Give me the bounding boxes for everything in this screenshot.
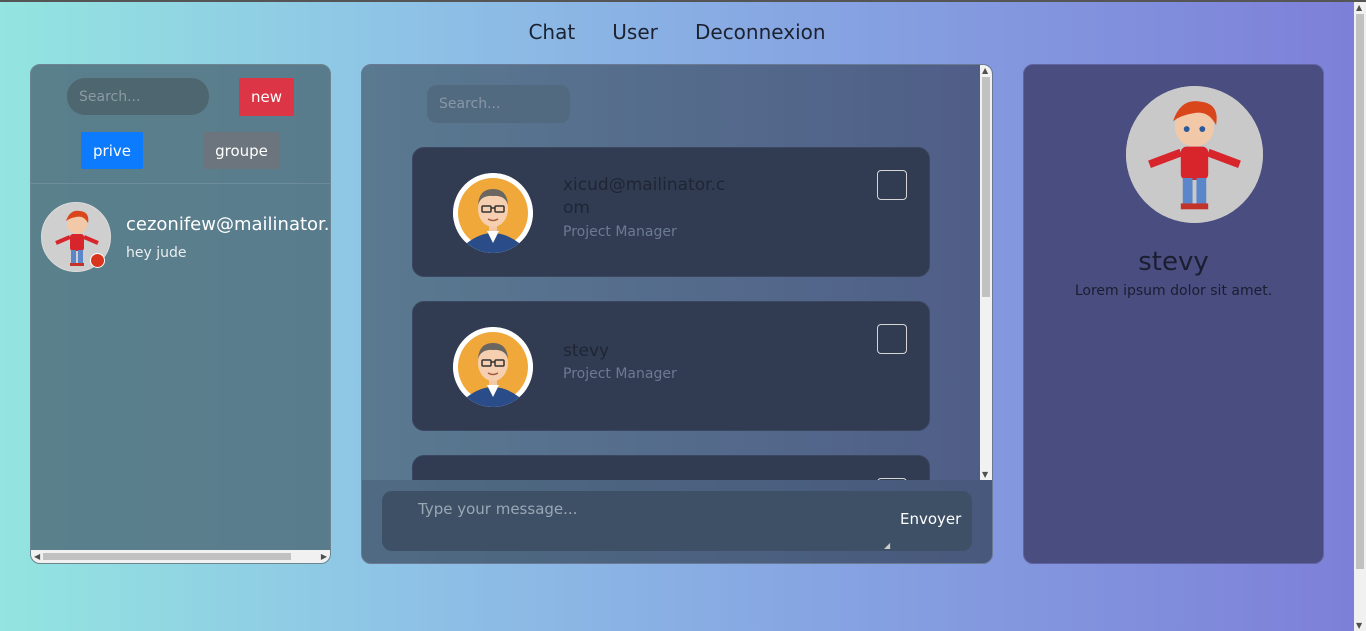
user-search-input[interactable] bbox=[427, 85, 570, 123]
conversations-panel: new prive groupe cezonifew@mailinator.co… bbox=[30, 64, 331, 564]
new-conversation-button[interactable]: new bbox=[239, 78, 294, 116]
message-composer: ◢ Envoyer bbox=[382, 491, 972, 551]
scrollbar-thumb[interactable] bbox=[43, 553, 291, 560]
scrollbar-thumb[interactable] bbox=[1356, 14, 1364, 569]
conversation-name: cezonifew@mailinator.com bbox=[126, 214, 330, 235]
online-status-dot bbox=[90, 253, 105, 268]
top-nav: Chat User Deconnexion bbox=[0, 20, 1354, 44]
user-card-name: xicud@mailinator.com bbox=[563, 175, 726, 218]
private-filter-button[interactable]: prive bbox=[81, 132, 143, 169]
page-scrollbar[interactable]: ▲ ▼ bbox=[1354, 2, 1366, 631]
profile-name: stevy bbox=[1138, 247, 1209, 277]
nav-user-link[interactable]: User bbox=[612, 20, 658, 44]
scroll-right-icon[interactable]: ▶ bbox=[321, 552, 327, 561]
users-list: xicud@mailinator.com Project Manager bbox=[362, 65, 992, 480]
user-card-role: Project Manager bbox=[563, 224, 677, 240]
conversation-last-message: hey jude bbox=[126, 245, 187, 261]
users-panel: xicud@mailinator.com Project Manager bbox=[361, 64, 993, 564]
scroll-down-icon[interactable]: ▼ bbox=[1356, 621, 1362, 630]
message-input[interactable] bbox=[382, 491, 892, 551]
user-card-role: Project Manager bbox=[563, 366, 677, 382]
scroll-up-icon[interactable]: ▲ bbox=[1356, 3, 1362, 12]
horizontal-scrollbar[interactable]: ◀ ▶ bbox=[31, 550, 330, 563]
resize-grip-icon[interactable]: ◢ bbox=[884, 541, 890, 550]
conversation-search-input[interactable] bbox=[67, 78, 209, 115]
conversation-item[interactable]: cezonifew@mailinator.com hey jude bbox=[41, 202, 330, 274]
user-select-checkbox[interactable] bbox=[877, 324, 907, 354]
divider bbox=[31, 183, 330, 184]
kid-avatar-icon bbox=[1126, 86, 1263, 223]
user-card-name: stevy bbox=[563, 341, 610, 361]
nav-chat-link[interactable]: Chat bbox=[528, 20, 575, 44]
user-card[interactable]: xicud@mailinator.com Project Manager bbox=[412, 147, 930, 277]
scroll-left-icon[interactable]: ◀ bbox=[34, 552, 40, 561]
scroll-down-icon[interactable]: ▼ bbox=[982, 470, 988, 479]
profile-bio: Lorem ipsum dolor sit amet. bbox=[1074, 283, 1273, 299]
scrollbar-thumb[interactable] bbox=[982, 77, 990, 297]
user-card[interactable]: stevy Project Manager bbox=[412, 301, 930, 431]
manager-avatar-icon bbox=[453, 173, 533, 253]
manager-avatar-icon bbox=[453, 327, 533, 407]
profile-panel: stevy Lorem ipsum dolor sit amet. bbox=[1023, 64, 1324, 564]
group-filter-button[interactable]: groupe bbox=[203, 132, 280, 169]
user-card[interactable] bbox=[412, 455, 930, 480]
users-list-scrollbar[interactable]: ▲ ▼ bbox=[980, 65, 992, 480]
send-button[interactable]: Envoyer bbox=[900, 510, 961, 528]
scroll-up-icon[interactable]: ▲ bbox=[982, 66, 988, 75]
user-select-checkbox[interactable] bbox=[877, 170, 907, 200]
nav-logout-link[interactable]: Deconnexion bbox=[695, 20, 826, 44]
